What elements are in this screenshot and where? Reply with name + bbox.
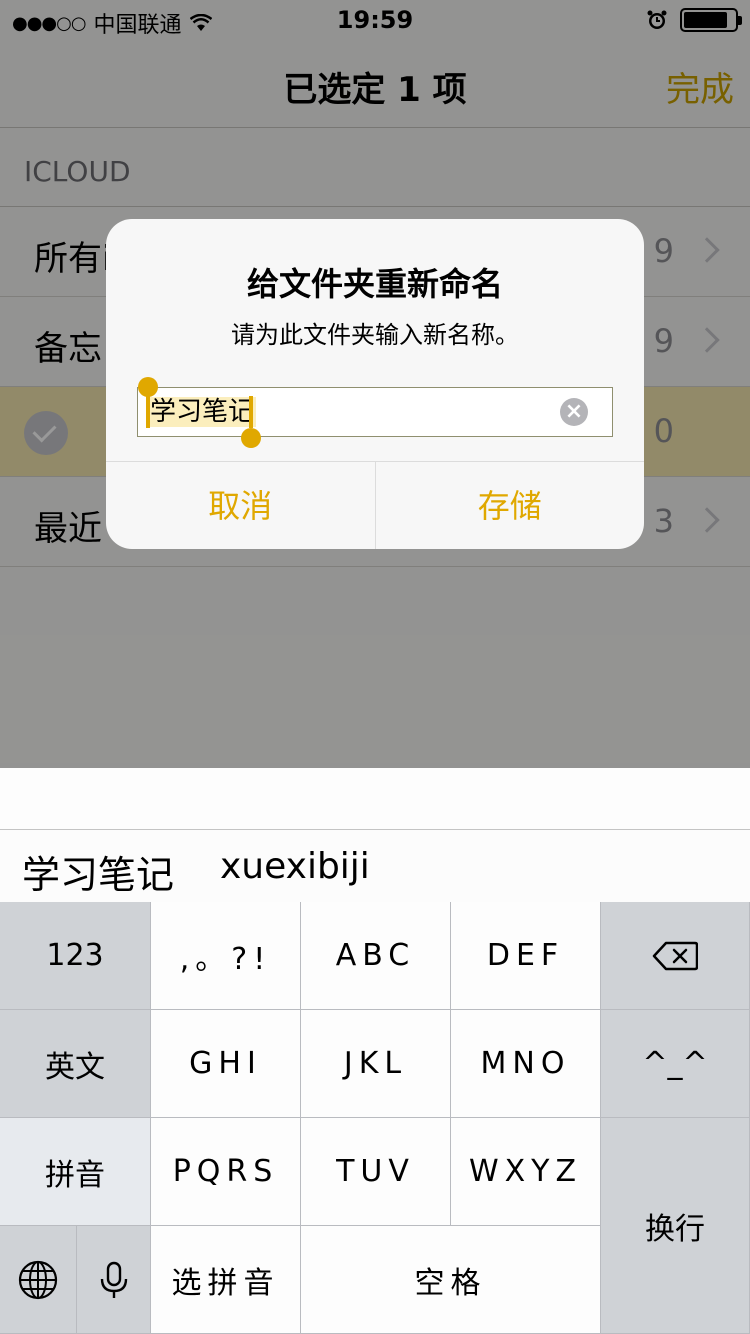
key-pinyin[interactable]: 拼音 [0, 1118, 151, 1226]
backspace-key[interactable] [601, 902, 750, 1010]
key-123[interactable]: 123 [0, 902, 151, 1010]
key-punctuation[interactable]: ,。?! [151, 902, 301, 1010]
key-pqrs[interactable]: PQRS [151, 1118, 301, 1226]
globe-icon [18, 1260, 58, 1299]
backspace-icon [652, 941, 698, 970]
key-jkl[interactable]: JKL [301, 1010, 451, 1118]
key-select-pinyin[interactable]: 选拼音 [151, 1226, 301, 1334]
space-key[interactable]: 空格 [301, 1226, 601, 1334]
alert-message: 请为此文件夹输入新名称。 [231, 321, 519, 349]
save-button[interactable]: 存储 [374, 462, 645, 549]
globe-key[interactable] [0, 1226, 77, 1334]
selection-end-handle[interactable] [249, 396, 253, 428]
selection-start-knob[interactable] [138, 377, 158, 397]
candidate-bar: 学习笔记 xuexibiji [0, 830, 750, 902]
keyboard-accessory-bar [0, 768, 750, 830]
selection-start-handle[interactable] [146, 396, 150, 428]
pinyin-composition: xuexibiji [220, 846, 370, 887]
rename-folder-alert: 给文件夹重新命名 请为此文件夹输入新名称。 学习笔记 × 取消 存储 [106, 219, 644, 549]
key-mno[interactable]: MNO [451, 1010, 601, 1118]
selection-end-knob[interactable] [241, 428, 261, 448]
key-ghi[interactable]: GHI [151, 1010, 301, 1118]
folder-name-input[interactable]: 学习笔记 × [137, 377, 613, 448]
microphone-key[interactable] [77, 1226, 151, 1334]
nine-key-pinyin-keyboard: 123 ,。?! ABC DEF 英文 GHI JKL MNO ^_^ 拼音 P… [0, 902, 750, 1334]
key-wxyz[interactable]: WXYZ [451, 1118, 601, 1226]
microphone-icon [100, 1261, 127, 1298]
key-tuv[interactable]: TUV [301, 1118, 451, 1226]
cancel-button[interactable]: 取消 [106, 462, 375, 549]
key-emoticon[interactable]: ^_^ [601, 1010, 750, 1118]
return-key[interactable]: 换行 [601, 1118, 750, 1334]
alert-title: 给文件夹重新命名 [246, 265, 503, 303]
key-def[interactable]: DEF [451, 902, 601, 1010]
clear-text-icon[interactable]: × [560, 398, 588, 426]
key-abc[interactable]: ABC [301, 902, 451, 1010]
key-english[interactable]: 英文 [0, 1010, 151, 1118]
alert-button-row: 取消 存储 [106, 461, 644, 549]
folder-name-value[interactable]: 学习笔记 [148, 397, 257, 427]
candidate-word[interactable]: 学习笔记 [22, 844, 174, 899]
